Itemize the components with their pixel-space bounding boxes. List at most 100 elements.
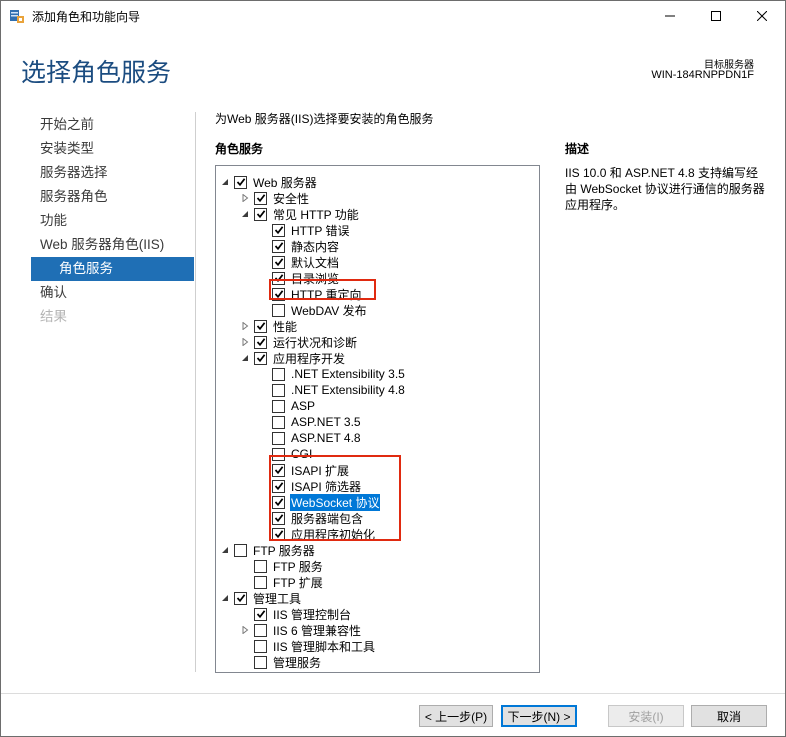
cancel-button[interactable]: 取消	[691, 705, 767, 727]
nav-item-installation-type[interactable]: 安装类型	[31, 137, 194, 161]
highlight-box	[269, 455, 401, 541]
tree-node[interactable]: ASP.NET 4.8	[258, 430, 362, 446]
tree-node[interactable]: FTP 服务器	[220, 542, 316, 558]
nav-item-web-server-role[interactable]: Web 服务器角色(IIS)	[31, 233, 194, 257]
checkbox[interactable]	[254, 335, 267, 349]
minimize-icon	[665, 15, 675, 17]
tree-node[interactable]: IIS 管理控制台	[240, 606, 352, 622]
tree-node[interactable]: 应用程序开发	[240, 350, 346, 366]
tree-node[interactable]: 默认文档	[258, 254, 340, 270]
expanded-arrow-icon[interactable]	[220, 590, 230, 606]
checkbox[interactable]	[272, 303, 285, 317]
tree-node[interactable]: WebDAV 发布	[258, 302, 368, 318]
checkbox[interactable]	[272, 415, 285, 429]
checkbox[interactable]	[254, 607, 267, 621]
checkbox[interactable]	[254, 207, 267, 221]
collapsed-arrow-icon[interactable]	[240, 318, 250, 334]
expanded-arrow-icon[interactable]	[220, 174, 230, 190]
tree-node[interactable]: HTTP 错误	[258, 222, 350, 238]
tree-node-label: ASP.NET 3.5	[291, 415, 361, 429]
checkmark-icon	[274, 226, 283, 235]
maximize-button[interactable]	[693, 1, 739, 31]
tree-node[interactable]: 静态内容	[258, 238, 340, 254]
tree-node[interactable]: 管理服务	[240, 654, 322, 670]
collapsed-arrow-icon[interactable]	[240, 334, 250, 350]
tree-node[interactable]: ASP.NET 3.5	[258, 414, 362, 430]
title-bar: 添加角色和功能向导	[1, 1, 785, 31]
checkbox[interactable]	[254, 559, 267, 573]
checkbox[interactable]	[234, 175, 247, 189]
maximize-icon	[711, 11, 721, 21]
collapsed-arrow-icon[interactable]	[240, 190, 250, 206]
expanded-arrow-icon[interactable]	[220, 542, 230, 558]
tree-node-label: 运行状况和诊断	[273, 335, 358, 350]
expanded-arrow-icon[interactable]	[240, 206, 250, 222]
checkbox[interactable]	[254, 639, 267, 653]
collapsed-arrow-icon[interactable]	[240, 622, 250, 638]
next-button[interactable]: 下一步(N) >	[501, 705, 577, 727]
tree-node-label: 管理工具	[253, 591, 302, 606]
nav-item-server-selection[interactable]: 服务器选择	[31, 161, 194, 185]
tree-node[interactable]: 管理工具	[220, 590, 302, 606]
tree-node[interactable]: .NET Extensibility 3.5	[258, 366, 406, 382]
tree-node[interactable]: FTP 服务	[240, 558, 324, 574]
tree-node-label: 常见 HTTP 功能	[273, 207, 359, 222]
expanded-arrow-icon[interactable]	[240, 350, 250, 366]
checkbox[interactable]	[254, 319, 267, 333]
tree-node-label: 应用程序开发	[273, 351, 346, 366]
tree-node[interactable]: IIS 6 管理兼容性	[240, 622, 362, 638]
checkbox[interactable]	[254, 351, 267, 365]
description-text: IIS 10.0 和 ASP.NET 4.8 支持编写经由 WebSocket …	[565, 166, 765, 212]
tree-node[interactable]: .NET Extensibility 4.8	[258, 382, 406, 398]
checkbox[interactable]	[272, 367, 285, 381]
tree-node-label: FTP 服务器	[253, 543, 315, 558]
tree-node[interactable]: FTP 扩展	[240, 574, 324, 590]
checkbox[interactable]	[272, 255, 285, 269]
tree-node[interactable]: 性能	[240, 318, 298, 334]
nav-item-confirmation[interactable]: 确认	[31, 281, 194, 305]
previous-button[interactable]: < 上一步(P)	[419, 705, 493, 727]
checkbox[interactable]	[254, 575, 267, 589]
checkbox[interactable]	[234, 591, 247, 605]
tree-node[interactable]: Web 服务器	[220, 174, 318, 190]
tree-node[interactable]: 运行状况和诊断	[240, 334, 358, 350]
highlight-box	[269, 279, 376, 300]
checkbox[interactable]	[254, 191, 267, 205]
role-services-tree[interactable]: Web 服务器 安全性 常见 HTTP 功能 HTTP 错误 静态内容 默认文档 目录浏览 H…	[215, 165, 540, 673]
checkbox[interactable]	[272, 383, 285, 397]
nav-item-server-roles[interactable]: 服务器角色	[31, 185, 194, 209]
checkbox[interactable]	[234, 543, 247, 557]
tree-node-label: .NET Extensibility 4.8	[291, 383, 405, 397]
checkbox[interactable]	[254, 623, 267, 637]
role-services-heading: 角色服务	[215, 142, 264, 156]
minimize-button[interactable]	[647, 1, 693, 31]
close-button[interactable]	[739, 1, 785, 31]
checkbox[interactable]	[254, 655, 267, 669]
instruction-text: 为Web 服务器(IIS)选择要安装的角色服务	[215, 112, 434, 126]
tree-node[interactable]: 常见 HTTP 功能	[240, 206, 360, 222]
nav-item-before-you-begin[interactable]: 开始之前	[31, 113, 194, 137]
nav-item-features[interactable]: 功能	[31, 209, 194, 233]
checkbox[interactable]	[272, 431, 285, 445]
checkmark-icon	[236, 178, 245, 187]
checkbox[interactable]	[272, 239, 285, 253]
checkmark-icon	[236, 594, 245, 603]
nav-item-role-services[interactable]: 角色服务	[31, 257, 194, 281]
checkbox[interactable]	[272, 223, 285, 237]
tree-node[interactable]: IIS 管理脚本和工具	[240, 638, 376, 654]
tree-node[interactable]: ASP	[258, 398, 316, 414]
checkmark-icon	[256, 354, 265, 363]
tree-node-label: 默认文档	[291, 255, 340, 270]
tree-node[interactable]: 安全性	[240, 190, 310, 206]
tree-node-label: WebDAV 发布	[291, 303, 367, 318]
nav-divider	[195, 112, 196, 672]
checkbox[interactable]	[272, 399, 285, 413]
